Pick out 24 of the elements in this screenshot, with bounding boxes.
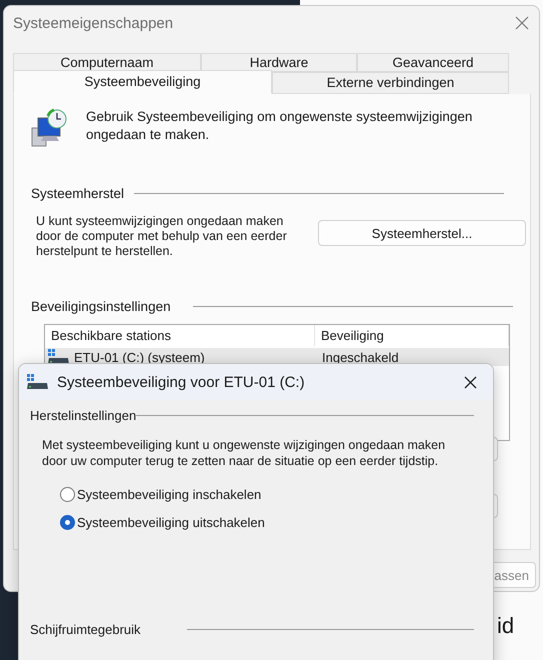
settings-heading-fragment: id: [497, 613, 514, 639]
drive-icon: [27, 374, 49, 390]
section-heading: Herstelinstellingen: [30, 408, 136, 423]
system-restore-button[interactable]: Systeemherstel...: [318, 220, 526, 246]
restore-description: U kunt systeemwijzigingen ongedaan maken door de computer met behulp van een eerder herstelpunt te herstellen.: [36, 214, 288, 259]
tab[interactable]: Geavanceerd: [357, 53, 509, 72]
tab[interactable]: Hardware: [201, 53, 357, 72]
tab[interactable]: Systeembeveiliging: [13, 70, 272, 94]
window-title: Systeemeigenschappen: [13, 14, 174, 32]
radio-button[interactable]: [60, 515, 75, 530]
radio-option[interactable]: Systeembeveiliging uitschakelen: [60, 515, 474, 530]
tab[interactable]: Externe verbindingen: [272, 72, 509, 94]
protection-status: Ingeschakeld: [321, 348, 400, 366]
close-icon[interactable]: [464, 376, 477, 388]
column-header[interactable]: Beschikbare stations: [45, 325, 315, 346]
section-heading: Systeemherstel: [31, 186, 124, 201]
restore-settings-text: Met systeembeveiliging kunt u ongewenste wijzigingen ongedaan maken door uw computer terug te zetten naar de situatie op een eerder tijdstip.: [41, 437, 446, 469]
radio-button[interactable]: [60, 487, 75, 502]
section-heading: Schijfruimtegebruik: [30, 622, 141, 637]
radio-option[interactable]: Systeembeveiliging inschakelen: [60, 487, 474, 502]
dialog-title: Systeembeveiliging voor ETU-01 (C:): [57, 374, 306, 390]
section-heading: Beveiligingsinstellingen: [31, 299, 171, 314]
column-header[interactable]: Beveiliging: [315, 325, 509, 346]
intro-text: Gebruik Systeembeveiliging om ongewenste systeemwijzigingen ongedaan te maken.: [86, 108, 474, 144]
